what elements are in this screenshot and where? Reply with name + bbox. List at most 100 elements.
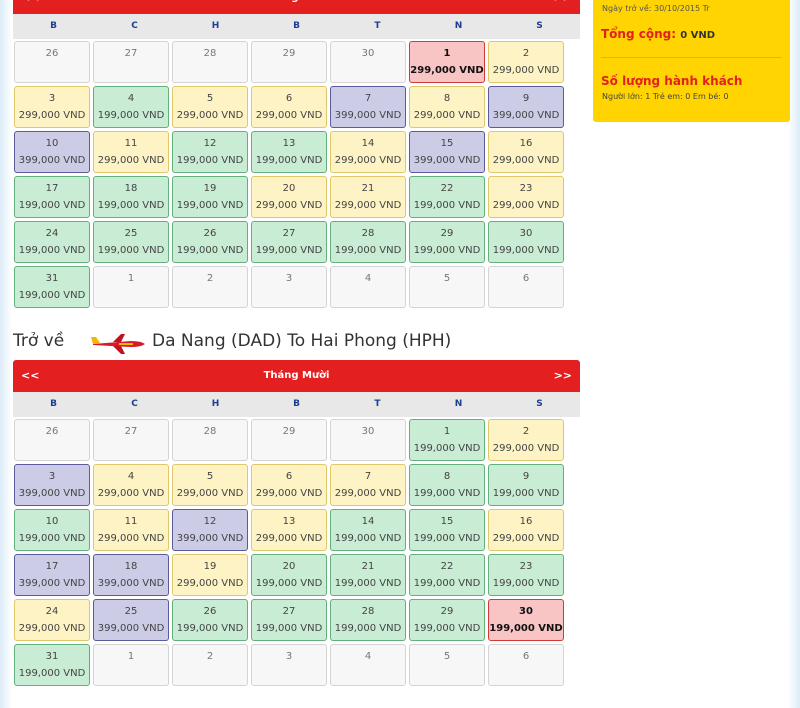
day-price: 199,000 VND [255, 155, 323, 166]
day-number: 25 [124, 228, 138, 239]
return-route: Da Nang (DAD) To Hai Phong (HPH) [152, 331, 452, 351]
day-price: 399,000 VND [492, 110, 560, 121]
calendar-day-cell[interactable]: 14 199,000 VND [330, 509, 406, 551]
calendar-day-cell[interactable]: 16 299,000 VND [488, 509, 564, 551]
weekday-label: N [454, 21, 463, 31]
calendar-day-cell[interactable]: 10 199,000 VND [14, 509, 90, 551]
day-number: 6 [522, 651, 530, 662]
calendar-day-cell[interactable]: 3 299,000 VND [14, 86, 90, 128]
return-label: Trở về [13, 331, 65, 351]
calendar-day-cell[interactable]: 27 199,000 VND [251, 221, 327, 263]
day-number: 11 [124, 516, 138, 527]
calendar-day-cell[interactable]: 21 199,000 VND [330, 554, 406, 596]
calendar-day-cell[interactable]: 2 299,000 VND [488, 419, 564, 461]
calendar-day-cell[interactable]: 3 399,000 VND [14, 464, 90, 506]
calendar-day-cell[interactable]: 31 199,000 VND [14, 644, 90, 686]
day-price: 299,000 VND [492, 443, 560, 454]
calendar-day-cell[interactable]: 16 299,000 VND [488, 131, 564, 173]
calendar-day-cell[interactable]: 5 299,000 VND [172, 86, 248, 128]
month-title: Tháng Mười [13, 0, 580, 14]
calendar-day-outside: 4 [330, 644, 406, 686]
calendar-day-cell[interactable]: 12 199,000 VND [172, 131, 248, 173]
day-price: 299,000 VND [176, 578, 244, 589]
calendar-day-cell[interactable]: 6 299,000 VND [251, 464, 327, 506]
calendar-day-cell[interactable]: 22 199,000 VND [409, 176, 485, 218]
calendar-day-cell[interactable]: 15 199,000 VND [409, 509, 485, 551]
day-number: 27 [124, 426, 138, 437]
calendar-day-cell[interactable]: 11 299,000 VND [93, 131, 169, 173]
calendar-day-cell[interactable]: 7 399,000 VND [330, 86, 406, 128]
calendar-day-cell[interactable]: 6 299,000 VND [251, 86, 327, 128]
calendar-day-cell[interactable]: 4 199,000 VND [93, 86, 169, 128]
calendar-day-cell[interactable]: 11 299,000 VND [93, 509, 169, 551]
day-price: 299,000 VND [492, 155, 560, 166]
calendar-day-cell[interactable]: 28 199,000 VND [330, 221, 406, 263]
total-value: 0 VND [680, 30, 716, 41]
day-price: 199,000 VND [413, 533, 481, 544]
calendar-day-cell[interactable]: 20 299,000 VND [251, 176, 327, 218]
calendar-day-cell[interactable]: 13 199,000 VND [251, 131, 327, 173]
calendar-day-cell[interactable]: 30 199,000 VND [488, 221, 564, 263]
calendar-day-cell[interactable]: 15 399,000 VND [409, 131, 485, 173]
calendar-day-cell[interactable]: 24 199,000 VND [14, 221, 90, 263]
calendar-day-cell[interactable]: 20 199,000 VND [251, 554, 327, 596]
calendar-day-cell[interactable]: 9 399,000 VND [488, 86, 564, 128]
calendar-day-cell[interactable]: 22 199,000 VND [409, 554, 485, 596]
calendar-day-cell[interactable]: 30 199,000 VND [488, 599, 564, 641]
calendar-day-cell[interactable]: 26 199,000 VND [172, 221, 248, 263]
calendar-day-cell[interactable]: 28 199,000 VND [330, 599, 406, 641]
calendar-day-cell[interactable]: 1 199,000 VND [409, 419, 485, 461]
day-number: 22 [440, 183, 454, 194]
calendar-day-cell[interactable]: 8 299,000 VND [409, 86, 485, 128]
calendar-day-cell[interactable]: 19 299,000 VND [172, 554, 248, 596]
calendar-day-cell[interactable]: 5 299,000 VND [172, 464, 248, 506]
calendar-day-outside: 3 [251, 644, 327, 686]
calendar-day-cell[interactable]: 17 199,000 VND [14, 176, 90, 218]
calendar-day-cell[interactable]: 19 199,000 VND [172, 176, 248, 218]
return-calendar: << Tháng Mười >> B C H B T N S 26 27 28 29 3… [13, 360, 580, 688]
day-price: 299,000 VND [334, 200, 402, 211]
day-price: 199,000 VND [97, 245, 165, 256]
day-number: 26 [45, 426, 59, 437]
calendar-day-cell[interactable]: 2 299,000 VND [488, 41, 564, 83]
calendar-day-cell[interactable]: 26 199,000 VND [172, 599, 248, 641]
next-month-button[interactable]: >> [554, 0, 572, 14]
day-price: 299,000 VND [413, 110, 481, 121]
day-price: 299,000 VND [176, 110, 244, 121]
calendar-day-cell[interactable]: 18 399,000 VND [93, 554, 169, 596]
day-price: 399,000 VND [176, 533, 244, 544]
calendar-day-cell[interactable]: 13 299,000 VND [251, 509, 327, 551]
calendar-day-cell[interactable]: 14 299,000 VND [330, 131, 406, 173]
calendar-day-cell[interactable]: 23 299,000 VND [488, 176, 564, 218]
day-number: 3 [48, 93, 56, 104]
calendar-day-cell[interactable]: 18 199,000 VND [93, 176, 169, 218]
calendar-day-cell[interactable]: 17 399,000 VND [14, 554, 90, 596]
day-number: 5 [206, 471, 214, 482]
calendar-day-cell[interactable]: 9 199,000 VND [488, 464, 564, 506]
calendar-day-cell[interactable]: 8 199,000 VND [409, 464, 485, 506]
calendar-day-cell[interactable]: 31 199,000 VND [14, 266, 90, 308]
calendar-day-cell[interactable]: 25 199,000 VND [93, 221, 169, 263]
calendar-day-outside: 30 [330, 41, 406, 83]
calendar-day-cell[interactable]: 25 399,000 VND [93, 599, 169, 641]
day-number: 5 [443, 273, 451, 284]
next-month-button[interactable]: >> [554, 360, 572, 392]
day-price: 199,000 VND [255, 623, 323, 634]
calendar-day-cell[interactable]: 24 299,000 VND [14, 599, 90, 641]
calendar-day-cell[interactable]: 23 199,000 VND [488, 554, 564, 596]
calendar-day-cell[interactable]: 29 199,000 VND [409, 599, 485, 641]
day-number: 1 [127, 273, 135, 284]
calendar-day-cell[interactable]: 27 199,000 VND [251, 599, 327, 641]
calendar-day-cell[interactable]: 12 399,000 VND [172, 509, 248, 551]
day-number: 11 [124, 138, 138, 149]
calendar-day-cell[interactable]: 4 299,000 VND [93, 464, 169, 506]
day-number: 13 [282, 516, 296, 527]
day-number: 29 [440, 606, 454, 617]
day-number: 4 [127, 93, 135, 104]
booking-summary-panel: Ngày trở về: 30/10/2015 Tr Tổng cộng: 0 … [593, 0, 790, 122]
calendar-day-cell[interactable]: 1 299,000 VND [409, 41, 485, 83]
calendar-day-cell[interactable]: 7 299,000 VND [330, 464, 406, 506]
calendar-day-cell[interactable]: 10 399,000 VND [14, 131, 90, 173]
calendar-day-cell[interactable]: 29 199,000 VND [409, 221, 485, 263]
calendar-day-cell[interactable]: 21 299,000 VND [330, 176, 406, 218]
